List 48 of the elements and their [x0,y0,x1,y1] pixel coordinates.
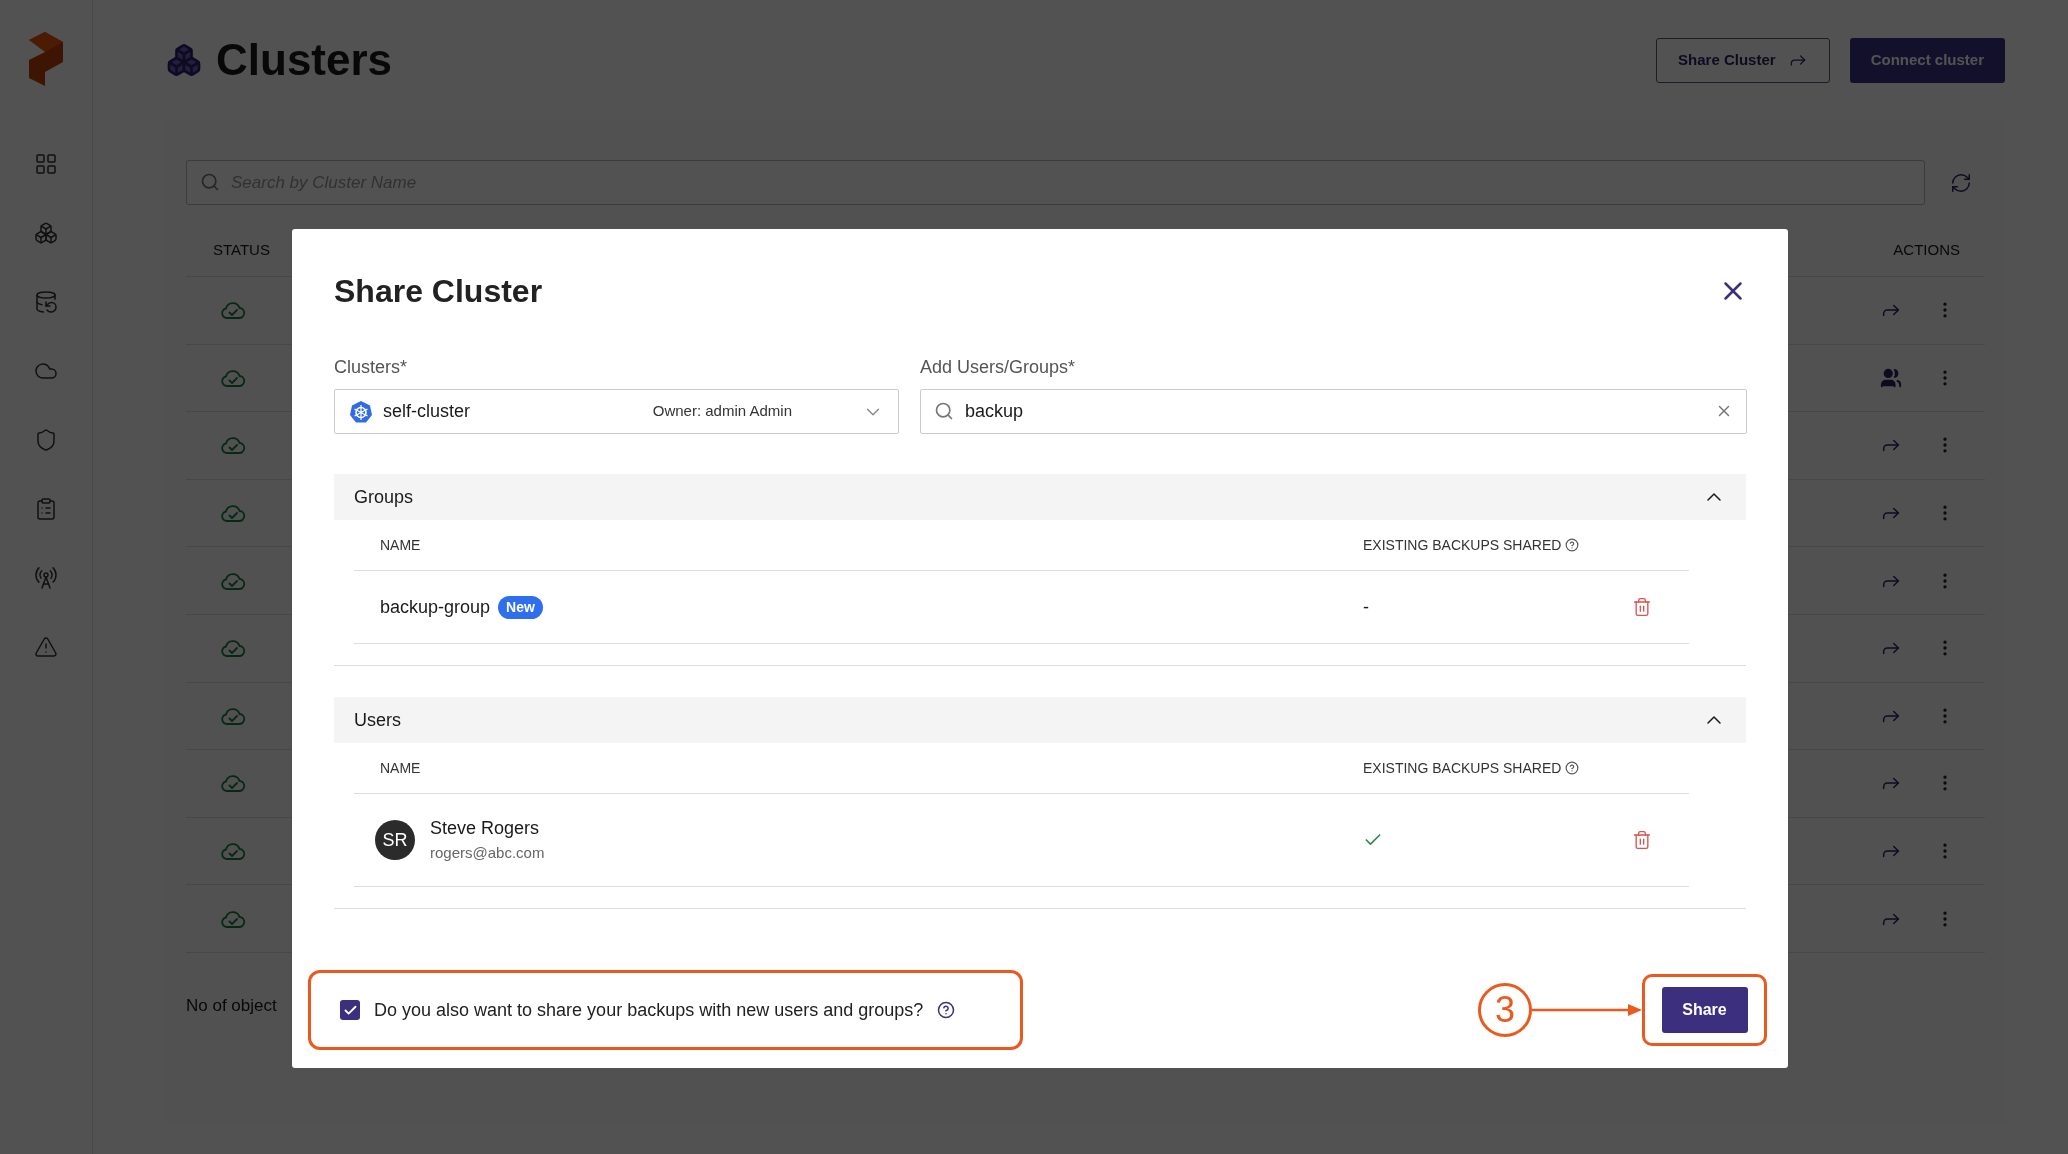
help-icon[interactable] [1565,761,1580,775]
column-header: EXISTING BACKUPS SHARED [1363,758,1562,778]
column-header: EXISTING BACKUPS SHARED [1363,535,1562,555]
column-header: NAME [380,535,422,555]
users-search-field[interactable]: backup [920,389,1747,434]
column-header: ACTIONS [1893,240,1960,261]
cubes-icon[interactable] [33,220,59,246]
new-badge: New [498,595,543,619]
search-icon [200,172,220,192]
object-count: No of object [186,995,277,1015]
logo [29,32,63,86]
help-icon[interactable] [1565,538,1580,552]
existing-value: - [1363,595,1369,619]
search-icon [934,401,954,421]
user-email: rogers@abc.com [430,843,545,864]
delete-icon[interactable] [1632,596,1652,618]
share-button[interactable]: Share [1661,987,1748,1033]
delete-icon[interactable] [1632,829,1652,851]
owner-text: Owner: admin Admin [652,401,792,422]
dialog-title: Share Cluster [334,272,543,311]
cloud-check-icon [220,434,246,457]
column-header: STATUS [213,240,270,261]
section-header[interactable]: Users [334,697,1746,743]
checkbox-label: Do you also want to share your backups with new users and groups? [374,998,924,1022]
column-header: NAME [380,758,422,778]
antenna-icon[interactable] [33,565,59,591]
database-icon[interactable] [33,289,59,315]
cloud-check-icon [220,637,246,660]
avatar: SR [375,820,415,860]
cloud-check-icon [220,772,246,795]
section-header[interactable]: Groups [334,474,1746,520]
cubes-icon [166,42,202,78]
cloud-check-icon [220,502,246,525]
page-title: Clusters [216,34,393,86]
user-name: Steve Rogers [430,817,541,841]
field-label: Clusters* [334,356,409,379]
group-name: backup-group [380,595,491,619]
helm-wheel-icon [349,399,373,424]
step-marker: 3 [1478,983,1532,1037]
cloud-check-icon [220,840,246,863]
users-icon[interactable] [1880,366,1902,389]
cloud-check-icon [220,299,246,322]
grid-icon[interactable] [33,151,59,177]
help-icon[interactable] [937,1001,956,1019]
cluster-select[interactable]: self-cluster Owner: admin Admin [334,389,899,434]
checkbox[interactable] [340,1000,360,1020]
field-label: Add Users/Groups* [920,356,1077,379]
warning-icon[interactable] [33,634,59,660]
